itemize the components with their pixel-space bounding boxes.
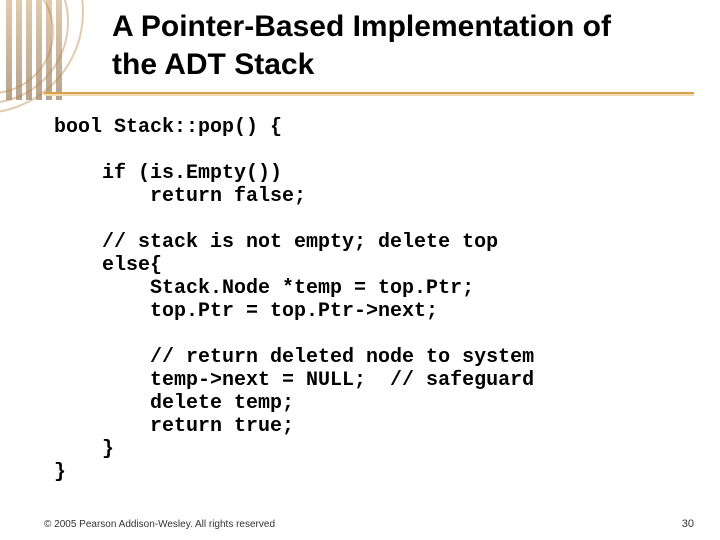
code-line: top.Ptr = top.Ptr->next; [54,300,438,323]
title-line-2: the ADT Stack [112,48,314,81]
corner-decoration [0,0,100,100]
code-line: delete temp; [54,392,294,415]
title-line-1: A Pointer-Based Implementation of [112,10,611,43]
code-line: // return deleted node to system [54,346,534,369]
code-block: bool Stack::pop() { if (is.Empty()) retu… [54,116,680,484]
code-line: return false; [54,185,306,208]
code-line: } [54,438,114,461]
code-line: // stack is not empty; delete top [54,231,498,254]
code-line: if (is.Empty()) [54,162,282,185]
code-line: Stack.Node *temp = top.Ptr; [54,277,474,300]
code-line: temp->next = NULL; // safeguard [54,369,534,392]
code-line: return true; [54,415,294,438]
slide-title: A Pointer-Based Implementation of the AD… [112,8,700,83]
page-number: 30 [682,518,694,530]
code-line: else{ [54,254,162,277]
code-line: bool Stack::pop() { [54,116,282,139]
copyright-footer: © 2005 Pearson Addison-Wesley. All right… [44,519,275,530]
title-underline [44,92,694,94]
code-line: } [54,461,66,484]
